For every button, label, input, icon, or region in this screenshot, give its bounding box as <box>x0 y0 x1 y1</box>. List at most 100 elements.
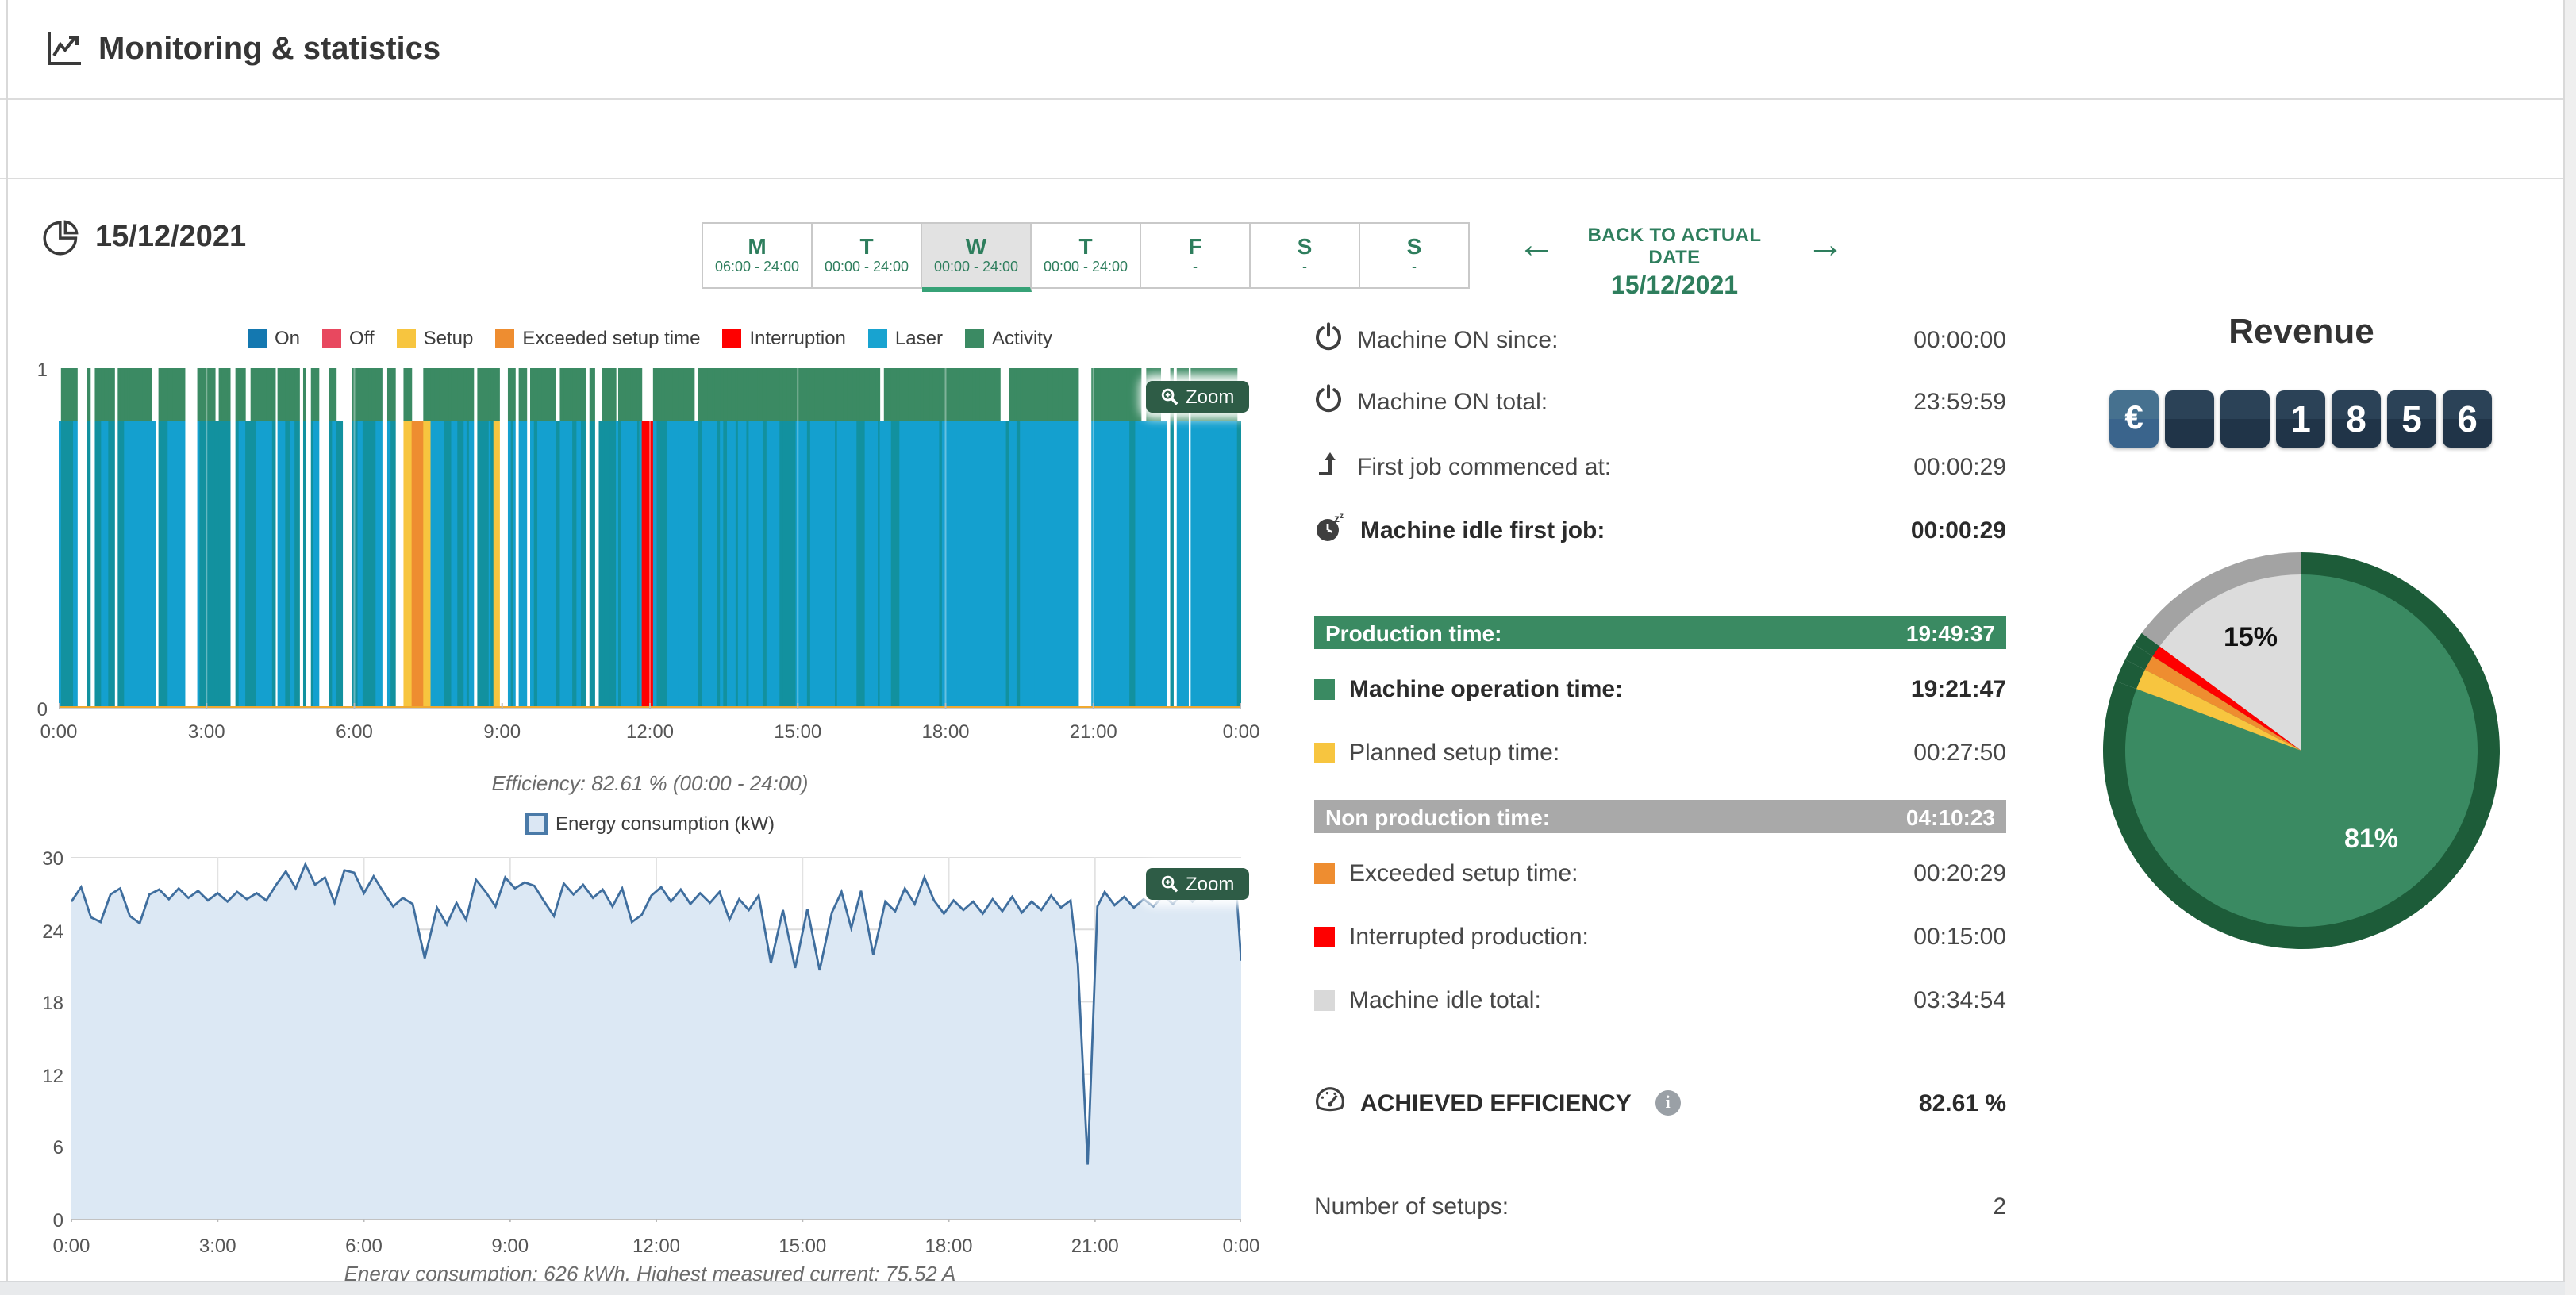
color-swatch <box>1314 990 1335 1010</box>
stat-label: Machine idle first job: <box>1360 517 1605 544</box>
stat-row-2: First job commenced at:00:00:29 <box>1314 452 2006 481</box>
stat-label: Interrupted production: <box>1349 923 1589 950</box>
xtick-1: 3:00 <box>188 721 225 743</box>
legend-swatch <box>397 329 416 348</box>
stat-value: 23:59:59 <box>1913 388 2006 415</box>
production-pie-chart[interactable]: 15%81% <box>2095 544 2508 957</box>
weekday-hours: 00:00 - 24:00 <box>934 259 1018 276</box>
timeline-legend: On Off Setup Exceeded setup time Interruptio… <box>59 327 1241 349</box>
energy-chart[interactable] <box>71 857 1241 1222</box>
energy-xaxis: 0:003:006:009:0012:0015:0018:0021:000:00 <box>71 1235 1241 1257</box>
stat-value: 19:21:47 <box>1911 675 2006 702</box>
stat-group-header-0: Production time:19:49:37 <box>1314 616 2006 649</box>
vertical-scrollbar[interactable] <box>2565 0 2576 1295</box>
stat-row-1: Machine ON total:23:59:59 <box>1314 387 2006 416</box>
stat-label: Machine operation time: <box>1349 675 1623 702</box>
stat-value: 00:00:29 <box>1911 517 2006 544</box>
xtick-3: 9:00 <box>483 721 521 743</box>
legend-label: Exceeded setup time <box>522 327 700 349</box>
first-job-icon <box>1314 448 1343 485</box>
machine-state-chart[interactable] <box>59 368 1241 709</box>
revenue-digit-1 <box>2165 390 2214 448</box>
group-label: Non production time: <box>1325 804 1550 829</box>
timeline-zoom-label: Zoom <box>1186 386 1234 408</box>
group-value: 04:10:23 <box>1906 804 1995 829</box>
legend-label: On <box>275 327 300 349</box>
legend-label: Activity <box>992 327 1052 349</box>
achieved-efficiency-value: 82.61 % <box>1919 1089 2006 1116</box>
color-swatch <box>1314 742 1335 763</box>
weekday-cell-2[interactable]: W00:00 - 24:00 <box>922 222 1032 292</box>
energy-legend: Energy consumption (kW) <box>59 813 1241 835</box>
revenue-digit-4: 8 <box>2332 390 2381 448</box>
xtick-7: 21:00 <box>1071 1235 1119 1257</box>
timeline-ytick-0: 0 <box>13 698 48 721</box>
timeline-ytick-1: 1 <box>13 359 48 381</box>
legend-item-setup[interactable]: Setup <box>397 327 474 349</box>
weekday-cell-4[interactable]: F- <box>1141 222 1251 289</box>
stat-label: Machine ON since: <box>1357 326 1558 353</box>
xtick-5: 15:00 <box>779 1235 826 1257</box>
efficiency-caption: Efficiency: 82.61 % (00:00 - 24:00) <box>59 771 1241 795</box>
weekday-cell-0[interactable]: M06:00 - 24:00 <box>702 222 813 289</box>
weekday-letter: T <box>859 235 873 259</box>
monitoring-dashboard: Monitoring & statistics 15/12/2021 M06:0… <box>0 0 2576 1295</box>
weekday-cell-1[interactable]: T00:00 - 24:00 <box>813 222 922 289</box>
revenue-digit-5: 5 <box>2387 390 2436 448</box>
weekday-letter: T <box>1078 235 1092 259</box>
revenue-digit-2 <box>2220 390 2270 448</box>
legend-item-on[interactable]: On <box>248 327 300 349</box>
revenue-counter: €1856 <box>2109 390 2492 448</box>
energy-swatch <box>525 813 548 835</box>
group-label: Production time: <box>1325 620 1501 645</box>
magnifier-plus-icon <box>1160 874 1179 893</box>
ytick-30: 30 <box>22 847 63 870</box>
xtick-6: 18:00 <box>925 1235 972 1257</box>
number-of-setups-row: Number of setups:2 <box>1314 1192 2006 1220</box>
energy-zoom-button[interactable]: Zoom <box>1146 868 1248 900</box>
date-divider <box>0 178 2565 179</box>
info-icon[interactable]: i <box>1655 1090 1681 1116</box>
legend-item-laser[interactable]: Laser <box>868 327 943 349</box>
energy-zoom-label: Zoom <box>1186 873 1234 895</box>
current-date: 15/12/2021 <box>95 221 246 256</box>
ytick-0: 0 <box>22 1209 63 1232</box>
legend-swatch <box>495 329 514 348</box>
pie-label-1: 81% <box>2344 824 2398 854</box>
legend-item-activity[interactable]: Activity <box>965 327 1052 349</box>
xtick-8: 0:00 <box>1223 721 1260 743</box>
legend-item-exceeded-setup-time[interactable]: Exceeded setup time <box>495 327 700 349</box>
xtick-7: 21:00 <box>1070 721 1117 743</box>
timeline-zoom-button[interactable]: Zoom <box>1146 381 1248 413</box>
horizontal-scrollbar[interactable] <box>0 1281 2565 1295</box>
weekday-cell-3[interactable]: T00:00 - 24:00 <box>1032 222 1141 289</box>
color-swatch <box>1314 926 1335 947</box>
legend-swatch <box>322 329 341 348</box>
svg-text:z: z <box>1334 511 1340 524</box>
stat-label: First job commenced at: <box>1357 453 1611 480</box>
page-title: Monitoring & statistics <box>98 32 440 68</box>
stat-row-1-2: Machine idle total:03:34:54 <box>1314 986 2006 1014</box>
date-bar: 15/12/2021 <box>0 98 2565 178</box>
stat-row-0-0: Machine operation time: 19:21:47 <box>1314 674 2006 703</box>
stat-row-1-0: Exceeded setup time:00:20:29 <box>1314 859 2006 887</box>
stat-group-header-1: Non production time: 04:10:23 <box>1314 800 2006 833</box>
achieved-efficiency-label: ACHIEVED EFFICIENCY <box>1360 1089 1632 1116</box>
color-swatch <box>1314 863 1335 883</box>
energy-legend-label: Energy consumption (kW) <box>556 813 775 835</box>
gauge-icon <box>1314 1083 1346 1123</box>
legend-item-off[interactable]: Off <box>322 327 375 349</box>
xtick-2: 6:00 <box>345 1235 383 1257</box>
setups-label: Number of setups: <box>1314 1193 1509 1220</box>
legend-item-interruption[interactable]: Interruption <box>723 327 846 349</box>
xtick-0: 0:00 <box>53 1235 90 1257</box>
revenue-digit-6: 6 <box>2443 390 2492 448</box>
weekday-letter: S <box>1298 235 1313 259</box>
stat-label: Exceeded setup time: <box>1349 859 1578 886</box>
legend-item-energy[interactable]: Energy consumption (kW) <box>525 813 775 835</box>
stat-row-1-1: Interrupted production:00:15:00 <box>1314 922 2006 951</box>
monitoring-chart-icon <box>43 27 86 78</box>
xtick-4: 12:00 <box>632 1235 680 1257</box>
idle-icon: zz <box>1314 510 1346 550</box>
power-icon <box>1314 383 1343 420</box>
